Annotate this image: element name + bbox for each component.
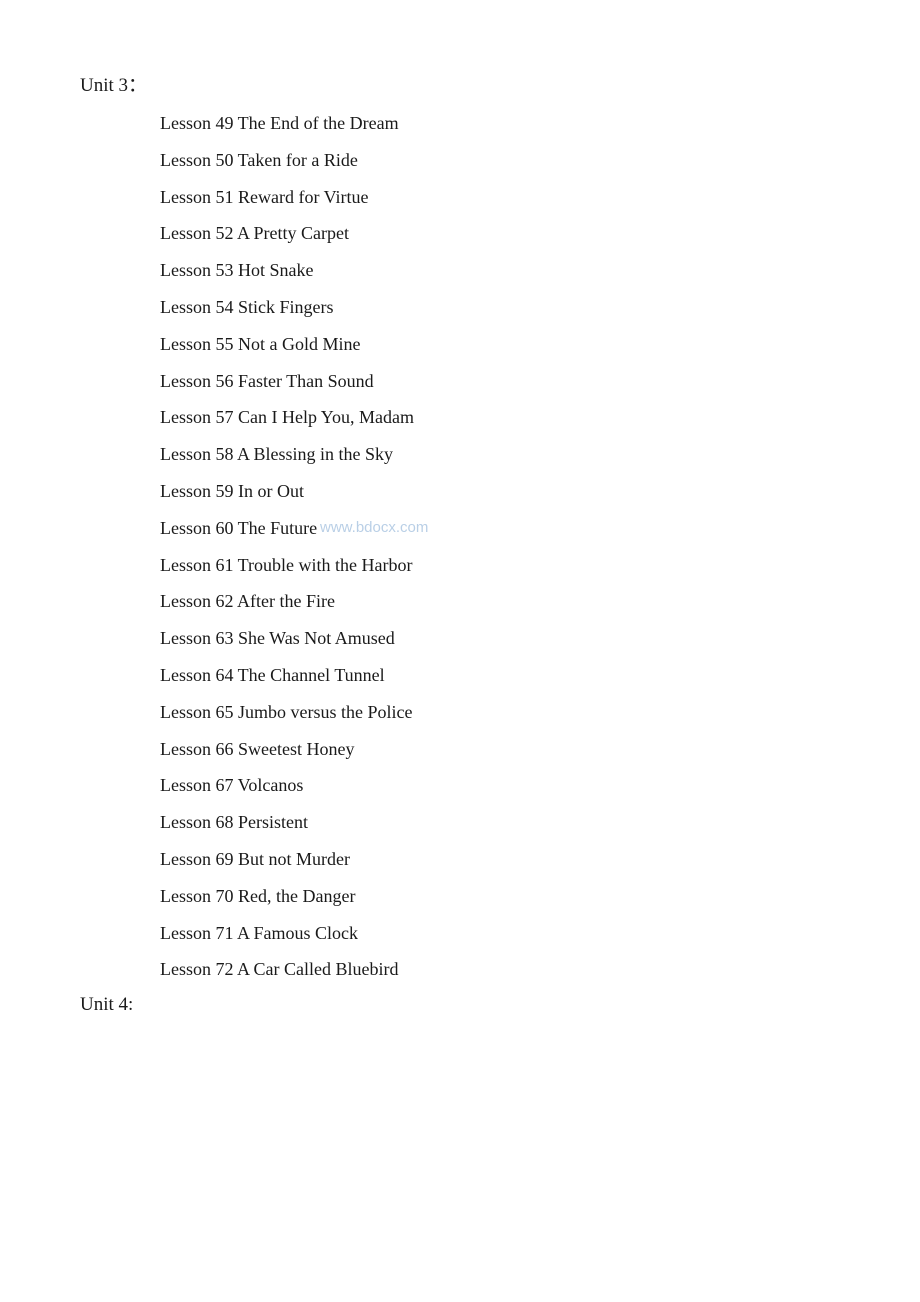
list-item: Lesson 49 The End of the Dream [160,109,840,138]
list-item: Lesson 58 A Blessing in the Sky [160,440,840,469]
list-item: Lesson 50 Taken for a Ride [160,146,840,175]
list-item: Lesson 71 A Famous Clock [160,919,840,948]
list-item: Lesson 69 But not Murder [160,845,840,874]
list-item: Lesson 66 Sweetest Honey [160,735,840,764]
list-item: Lesson 61 Trouble with the Harbor [160,551,840,580]
list-item: Lesson 60 The Futurewww.bdocx.com [160,514,840,543]
list-item: Lesson 57 Can I Help You, Madam [160,403,840,432]
list-item: Lesson 54 Stick Fingers [160,293,840,322]
list-item: Lesson 72 A Car Called Bluebird [160,955,840,984]
list-item: Lesson 51 Reward for Virtue [160,183,840,212]
unit-heading-unit3: Unit 3： [80,70,840,97]
list-item: Lesson 59 In or Out [160,477,840,506]
list-item: Lesson 65 Jumbo versus the Police [160,698,840,727]
list-item: Lesson 52 A Pretty Carpet [160,219,840,248]
list-item: Lesson 55 Not a Gold Mine [160,330,840,359]
list-item: Lesson 63 She Was Not Amused [160,624,840,653]
list-item: Lesson 56 Faster Than Sound [160,367,840,396]
list-item: Lesson 68 Persistent [160,808,840,837]
list-item: Lesson 53 Hot Snake [160,256,840,285]
page-content: Unit 3：Lesson 49 The End of the DreamLes… [80,70,840,1016]
unit-heading-unit4: Unit 4: [80,994,840,1016]
lesson-list-unit3: Lesson 49 The End of the Dream Lesson 50 … [80,109,840,984]
list-item: Lesson 67 Volcanos [160,771,840,800]
list-item: Lesson 70 Red, the Danger [160,882,840,911]
watermark: www.bdocx.com [320,516,428,540]
list-item: Lesson 64 The Channel Tunnel [160,661,840,690]
list-item: Lesson 62 After the Fire [160,587,840,616]
